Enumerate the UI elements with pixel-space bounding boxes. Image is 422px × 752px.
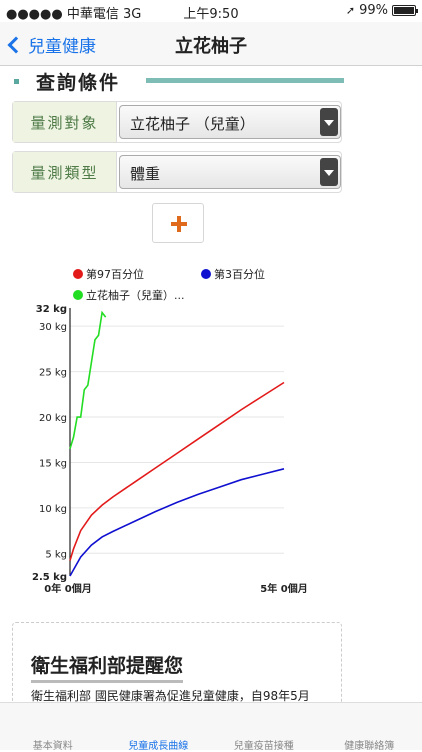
series-line <box>70 313 106 449</box>
query-section-header: 查詢條件 <box>14 68 344 94</box>
y-tick-label: 25 kg <box>39 368 67 379</box>
type-label: 量測類型 <box>13 152 117 192</box>
target-select[interactable]: 立花柚子 （兒童） <box>119 105 341 139</box>
legend-label: 第3百分位 <box>214 267 265 281</box>
target-value: 立花柚子 （兒童） <box>130 113 255 134</box>
reminder-heading: 衛生福利部提醒您 <box>31 651 183 683</box>
series-line <box>70 469 284 576</box>
tab-health-book[interactable]: 健康聯絡簿 <box>317 703 422 750</box>
battery-percent: 99% <box>359 3 388 18</box>
section-divider <box>146 78 344 83</box>
y-tick-label: 15 kg <box>39 458 67 469</box>
series-line <box>70 382 284 560</box>
y-tick-label: 32 kg <box>36 304 67 315</box>
section-title: 查詢條件 <box>36 68 120 95</box>
section-bullet <box>14 79 19 84</box>
tab-vaccination[interactable]: 兒童疫苗接種 <box>211 703 317 750</box>
tab-basic-info[interactable]: 基本資料 <box>0 703 106 750</box>
legend-marker <box>201 269 211 279</box>
type-value: 體重 <box>130 163 160 184</box>
legend-marker <box>73 269 83 279</box>
y-tick-label: 30 kg <box>39 322 67 333</box>
y-tick-label: 5 kg <box>45 549 67 560</box>
dropdown-arrow-icon <box>320 158 338 186</box>
plus-icon <box>171 216 187 232</box>
x-tick-label: 5年 0個月 <box>260 582 307 595</box>
battery-icon <box>392 5 416 16</box>
legend-label: 立花柚子（兒童）... <box>86 288 185 302</box>
dropdown-arrow-icon <box>320 108 338 136</box>
tab-bar: 基本資料 兒童成長曲線 兒童疫苗接種 健康聯絡簿 <box>0 702 422 750</box>
y-tick-label: 10 kg <box>39 504 67 515</box>
status-bar: ●●●●● 中華電信 3G 上午9:50 ➚ 99% <box>0 0 422 22</box>
page-title: 立花柚子 <box>0 32 422 58</box>
add-record-button[interactable] <box>152 203 204 243</box>
x-tick-label: 0年 0個月 <box>44 582 91 595</box>
y-tick-label: 20 kg <box>39 413 67 424</box>
target-label: 量測對象 <box>13 102 117 142</box>
target-row: 量測對象 立花柚子 （兒童） <box>12 101 342 143</box>
status-right: ➚ 99% <box>346 3 416 18</box>
tab-growth-curve[interactable]: 兒童成長曲線 <box>106 703 212 750</box>
type-row: 量測類型 體重 <box>12 151 342 193</box>
location-icon: ➚ <box>346 4 355 17</box>
legend-label: 第97百分位 <box>86 267 144 281</box>
reminder-card: 衛生福利部提醒您 衛生福利部 國民健康署為促進兒童健康，自98年5月 <box>12 622 342 712</box>
type-select[interactable]: 體重 <box>119 155 341 189</box>
navigation-bar: 兒童健康 立花柚子 <box>0 22 422 66</box>
growth-chart: 2.5 kg 5 kg 10 kg 15 kg 20 kg 25 kg 30 kg 32 kg… <box>0 258 422 604</box>
y-tick-label: 2.5 kg <box>32 572 67 583</box>
legend-marker <box>73 290 83 300</box>
